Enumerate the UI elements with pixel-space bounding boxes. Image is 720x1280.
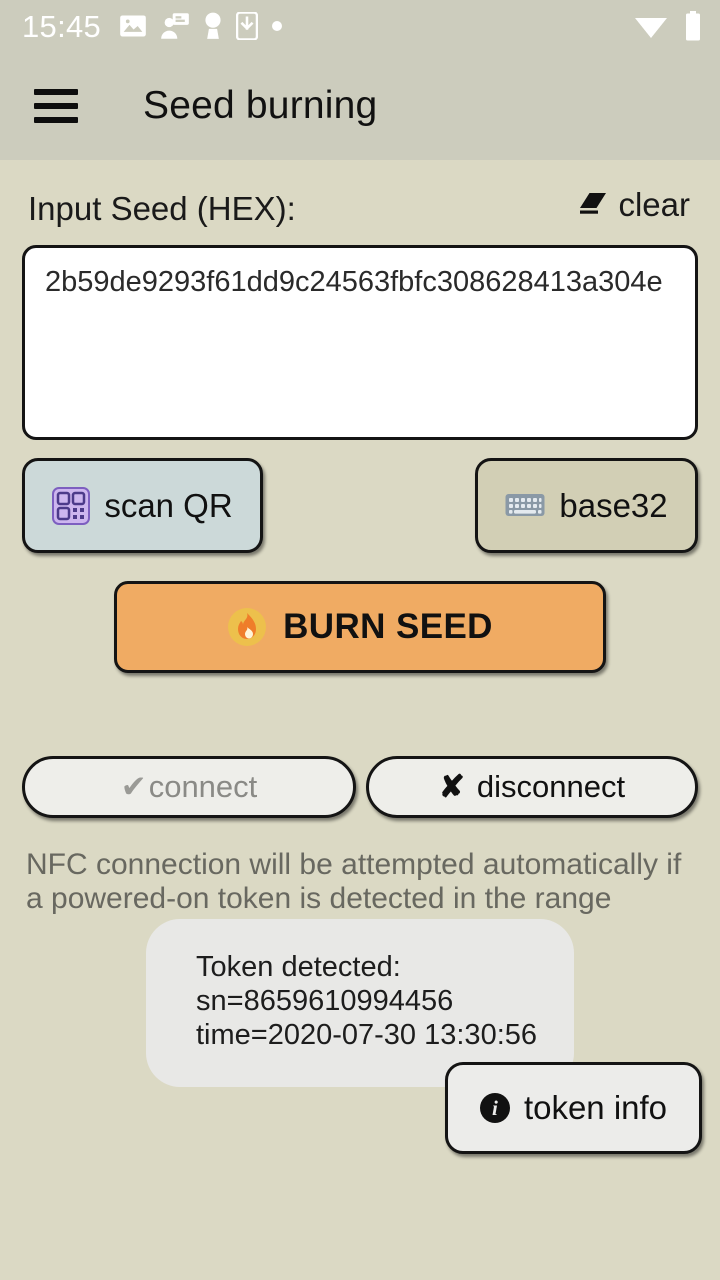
toast-line-time: time=2020-07-30 13:30:56 xyxy=(196,1018,538,1051)
toast-line-title: Token detected: xyxy=(196,951,401,983)
check-icon: ✔ xyxy=(120,769,147,804)
status-bar: 15:45 xyxy=(0,0,720,52)
app-bar: Seed burning xyxy=(0,52,720,160)
status-clock: 15:45 xyxy=(22,8,102,44)
qr-code-icon xyxy=(52,486,91,525)
clear-label: clear xyxy=(618,186,690,223)
page-title: Seed burning xyxy=(143,84,378,127)
burn-seed-button[interactable]: BURN SEED xyxy=(114,581,606,673)
cross-icon: ✘ xyxy=(438,769,465,804)
connect-button[interactable]: ✔ connect xyxy=(22,756,356,818)
image-icon xyxy=(120,15,146,37)
seed-input-label: Input Seed (HEX): xyxy=(28,190,296,227)
base32-label: base32 xyxy=(559,486,668,524)
eraser-icon xyxy=(580,193,607,214)
seed-label-row: Input Seed (HEX): clear xyxy=(22,160,698,228)
main-content: Input Seed (HEX): clear 2b59de9293f61dd9… xyxy=(0,160,720,915)
burn-button-row: BURN SEED xyxy=(22,581,698,673)
nfc-hint-text: NFC connection will be attempted automat… xyxy=(26,848,682,915)
connect-label: connect xyxy=(148,769,258,804)
status-notification-icons xyxy=(119,12,634,40)
base32-button[interactable]: base32 xyxy=(475,458,698,553)
clear-button[interactable]: clear xyxy=(576,186,690,224)
battery-icon xyxy=(686,11,700,41)
info-icon: i xyxy=(479,1093,510,1123)
screen-share-person-icon xyxy=(161,13,189,39)
token-info-label: token info xyxy=(523,1089,668,1126)
disconnect-label: disconnect xyxy=(476,769,626,804)
encoding-button-row: scan QR base32 xyxy=(22,458,698,553)
keyboard-icon xyxy=(505,493,545,516)
fire-icon xyxy=(228,608,267,646)
token-info-button[interactable]: i token info xyxy=(445,1062,702,1154)
dot-icon xyxy=(272,21,283,31)
scan-qr-label: scan QR xyxy=(104,486,233,524)
burn-seed-label: BURN SEED xyxy=(283,607,493,646)
phone-download-icon xyxy=(236,12,259,40)
nfc-button-row: ✔ connect ✘ disconnect xyxy=(22,756,698,818)
wifi-icon xyxy=(635,18,667,38)
hamburger-menu-icon[interactable] xyxy=(34,89,78,123)
toast-line-serial: sn=8659610994456 xyxy=(196,984,454,1017)
scan-qr-button[interactable]: scan QR xyxy=(22,458,263,553)
disconnect-button[interactable]: ✘ disconnect xyxy=(366,756,698,818)
seed-input[interactable]: 2b59de9293f61dd9c24563fbfc308628413a304e xyxy=(22,245,698,440)
key-icon xyxy=(205,12,221,39)
status-system-icons xyxy=(634,11,702,41)
